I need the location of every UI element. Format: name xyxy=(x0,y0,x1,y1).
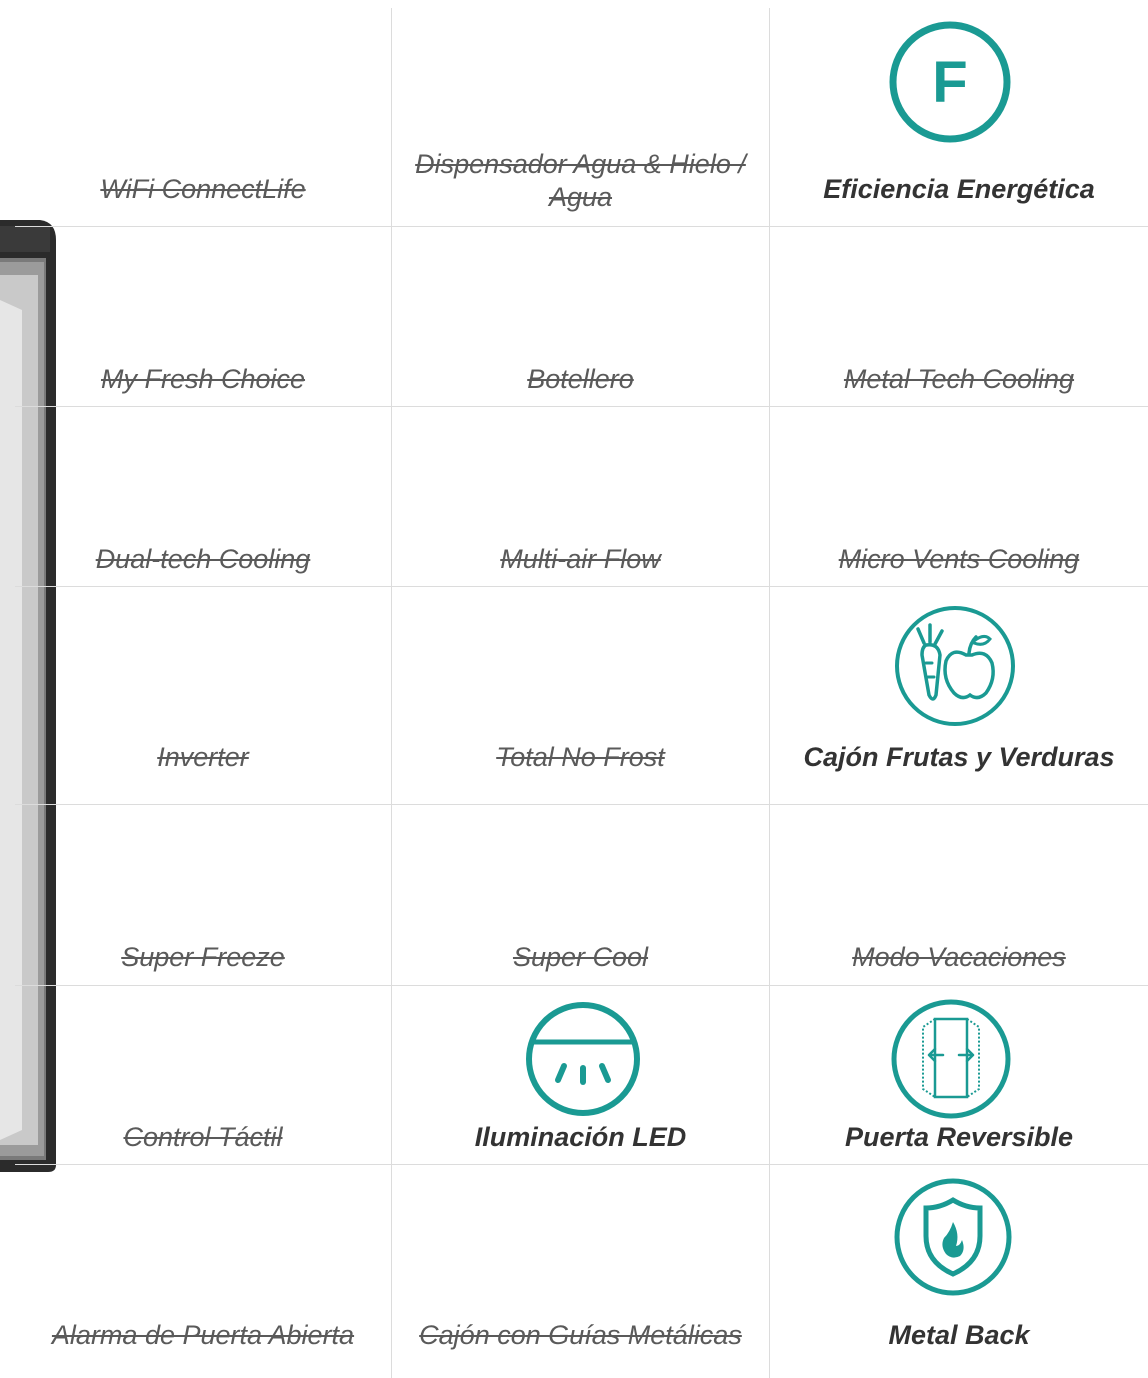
feature-label: WiFi ConnectLife xyxy=(100,174,306,204)
feature-cell: Cajón con Guías Metálicas xyxy=(392,1164,769,1352)
feature-label: Eficiencia Energética xyxy=(823,174,1095,204)
feature-cell: Alarma de Puerta Abierta xyxy=(15,1164,391,1352)
feature-cell: Dual-tech Cooling xyxy=(15,406,391,576)
feature-cell: Super Freeze xyxy=(15,804,391,974)
energy-class-f-icon: F xyxy=(889,21,1011,143)
feature-cell: Botellero xyxy=(392,226,769,396)
feature-cell: WiFi ConnectLife xyxy=(15,8,391,206)
feature-label: Cajón Frutas y Verduras xyxy=(803,742,1115,772)
feature-cell: Micro Vents Cooling xyxy=(770,406,1148,576)
feature-label: Puerta Reversible xyxy=(844,1122,1074,1152)
fruit-vegetable-icon xyxy=(895,606,1015,726)
feature-label: Control Táctil xyxy=(123,1122,283,1152)
metal-back-shield-icon xyxy=(894,1178,1012,1296)
feature-cell: Metal Tech Cooling xyxy=(770,226,1148,396)
feature-cell: Dispensador Agua & Hielo / Agua xyxy=(392,8,769,214)
feature-cell: Multi-air Flow xyxy=(392,406,769,576)
feature-cell: Inverter xyxy=(15,586,391,774)
feature-label: Iluminación LED xyxy=(474,1122,687,1152)
feature-cell: My Fresh Choice xyxy=(15,226,391,396)
feature-cell: Modo Vacaciones xyxy=(770,804,1148,974)
feature-label: Micro Vents Cooling xyxy=(838,544,1080,574)
feature-cell: Total No Frost xyxy=(392,586,769,774)
feature-label: Metal Tech Cooling xyxy=(843,364,1075,394)
feature-label: Super Cool xyxy=(512,942,649,972)
feature-label: Dual-tech Cooling xyxy=(95,544,311,574)
feature-label: Total No Frost xyxy=(496,742,665,772)
feature-label: Alarma de Puerta Abierta xyxy=(51,1320,355,1350)
feature-label: Botellero xyxy=(527,364,634,394)
feature-label: Inverter xyxy=(157,742,249,772)
feature-label: Super Freeze xyxy=(121,942,285,972)
feature-label: Dispensador Agua & Hielo / Agua xyxy=(415,149,746,212)
feature-cell: Super Cool xyxy=(392,804,769,974)
feature-label: Modo Vacaciones xyxy=(852,942,1066,972)
feature-label: Metal Back xyxy=(888,1320,1030,1350)
feature-label: Multi-air Flow xyxy=(500,544,661,574)
energy-class-letter: F xyxy=(932,50,967,115)
feature-label: Cajón con Guías Metálicas xyxy=(419,1320,742,1350)
feature-label: My Fresh Choice xyxy=(100,364,306,394)
feature-cell: Control Táctil xyxy=(15,985,391,1154)
led-light-icon xyxy=(526,1002,640,1116)
reversible-door-icon xyxy=(891,999,1011,1119)
